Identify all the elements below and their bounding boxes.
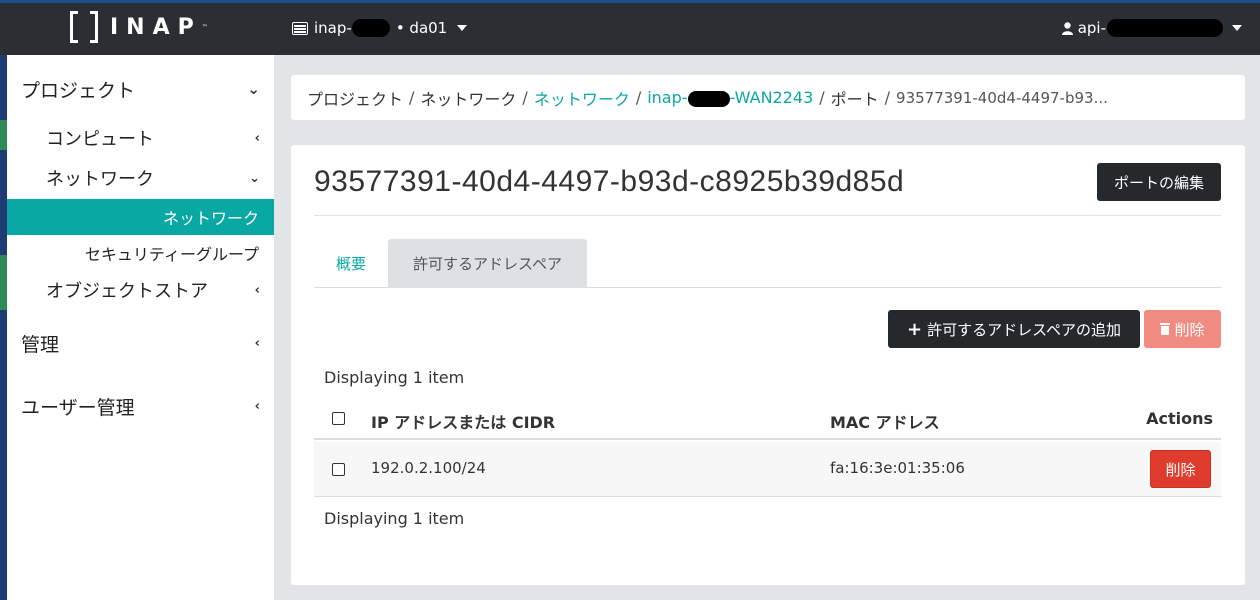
project-name-prefix: inap- xyxy=(314,19,352,37)
breadcrumb-network-prefix: inap- xyxy=(647,88,688,107)
server-icon xyxy=(292,21,308,35)
table-header: IP アドレスまたは CIDR MAC アドレス Actions xyxy=(314,398,1221,440)
breadcrumb-separator: / xyxy=(522,88,528,107)
sidebar-item-label: ネットワーク xyxy=(46,169,154,190)
add-address-pair-button[interactable]: + 許可するアドレスペアの追加 xyxy=(888,310,1140,348)
row-checkbox[interactable] xyxy=(332,463,345,476)
main-content: プロジェクト / ネットワーク / ネットワーク / inap- -WAN2243… xyxy=(274,55,1260,600)
redacted-text xyxy=(1107,19,1223,37)
column-header-ip[interactable]: IP アドレスまたは CIDR xyxy=(371,409,555,433)
breadcrumb-separator: / xyxy=(409,88,415,107)
logo-text: INAP xyxy=(110,14,202,40)
chevron-left-icon: ‹ xyxy=(254,398,260,414)
tab-overview[interactable]: 概要 xyxy=(314,239,388,288)
table-row: 192.0.2.100/24 fa:16:3e:01:35:06 削除 xyxy=(314,442,1221,497)
column-header-actions: Actions xyxy=(1146,409,1213,428)
delete-selected-button[interactable]: 削除 xyxy=(1144,310,1221,348)
breadcrumb-separator: / xyxy=(884,88,891,107)
breadcrumb-link-networks[interactable]: ネットワーク xyxy=(534,86,630,110)
item-count-bottom: Displaying 1 item xyxy=(324,509,465,528)
sidebar-item-label: コンピュート xyxy=(46,129,154,150)
sidebar-item-project[interactable]: プロジェクト ⌄ xyxy=(7,73,274,105)
page-title: 93577391-40d4-4497-b93d-c8925b39d85d xyxy=(314,165,905,198)
chevron-down-icon: ⌄ xyxy=(249,170,260,186)
sidebar-item-object-store[interactable]: オブジェクトストア ‹ xyxy=(7,275,274,305)
sidebar-item-network-group[interactable]: ネットワーク ⌄ xyxy=(7,163,274,193)
column-header-mac[interactable]: MAC アドレス xyxy=(830,409,940,433)
sidebar-item-label: ユーザー管理 xyxy=(21,396,135,419)
sidebar-item-label: オブジェクトストア xyxy=(46,281,208,302)
sidebar-item-label: 管理 xyxy=(21,333,60,356)
edit-port-button[interactable]: ポートの編集 xyxy=(1097,163,1221,201)
chevron-left-icon: ‹ xyxy=(254,282,260,298)
project-region: • da01 xyxy=(395,19,448,37)
chevron-left-icon: ‹ xyxy=(254,130,260,146)
divider xyxy=(314,215,1221,216)
inap-logo-mark-icon xyxy=(70,11,98,43)
delete-selected-label: 削除 xyxy=(1174,320,1205,339)
breadcrumb-item: プロジェクト xyxy=(307,89,404,109)
sidebar-item-compute[interactable]: コンピュート ‹ xyxy=(7,123,274,153)
user-icon xyxy=(1061,21,1073,35)
breadcrumb-separator: / xyxy=(635,88,642,107)
sidebar: プロジェクト ⌄ コンピュート ‹ ネットワーク ⌄ ネットワーク セキュリティ… xyxy=(7,55,274,600)
sidebar-item-security-groups[interactable]: セキュリティーグループ xyxy=(7,238,274,268)
desktop-edge-strip xyxy=(0,0,7,600)
cell-mac: fa:16:3e:01:35:06 xyxy=(830,459,965,477)
inap-logo[interactable]: INAP ™ xyxy=(70,11,208,43)
sidebar-item-label: プロジェクト xyxy=(21,79,136,102)
chevron-down-icon xyxy=(1232,25,1242,31)
project-switcher[interactable]: inap- • da01 xyxy=(292,19,468,37)
breadcrumb: プロジェクト / ネットワーク / ネットワーク / inap- -WAN2243… xyxy=(291,75,1245,120)
redacted-text xyxy=(687,90,730,107)
breadcrumb-separator: / xyxy=(819,88,825,107)
breadcrumb-item: ポート xyxy=(830,89,879,109)
item-count-top: Displaying 1 item xyxy=(324,368,465,387)
tab-bar: 概要 許可するアドレスペア xyxy=(314,239,1221,288)
sidebar-item-admin[interactable]: 管理 ‹ xyxy=(7,327,274,359)
breadcrumb-current: 93577391-40d4-4497-b93... xyxy=(896,88,1108,107)
breadcrumb-link-network[interactable]: inap- -WAN2243 xyxy=(647,88,813,107)
select-all-checkbox[interactable] xyxy=(332,412,345,425)
trash-icon xyxy=(1160,323,1171,335)
tab-allowed-address-pairs[interactable]: 許可するアドレスペア xyxy=(388,239,587,288)
desktop-edge-marker xyxy=(0,255,7,310)
detail-panel: 93577391-40d4-4497-b93d-c8925b39d85d ポート… xyxy=(291,145,1245,585)
sidebar-item-label: ネットワーク xyxy=(162,209,259,228)
user-menu[interactable]: api- xyxy=(1061,19,1242,37)
sidebar-item-identity[interactable]: ユーザー管理 ‹ xyxy=(7,390,274,422)
plus-icon: + xyxy=(906,318,923,340)
breadcrumb-network-suffix: -WAN2243 xyxy=(729,88,814,107)
chevron-left-icon: ‹ xyxy=(254,335,260,351)
sidebar-item-networks[interactable]: ネットワーク xyxy=(7,199,274,235)
row-delete-button[interactable]: 削除 xyxy=(1150,450,1211,488)
chevron-down-icon: ⌄ xyxy=(247,80,260,98)
add-address-pair-label: 許可するアドレスペアの追加 xyxy=(927,320,1122,339)
chevron-down-icon xyxy=(457,25,468,31)
sidebar-item-label: セキュリティーグループ xyxy=(84,245,259,264)
cell-ip: 192.0.2.100/24 xyxy=(371,459,486,477)
top-navbar: INAP ™ inap- • da01 api- xyxy=(0,0,1260,55)
user-name-prefix: api- xyxy=(1077,19,1106,37)
desktop-edge-marker xyxy=(0,120,7,150)
logo-trademark: ™ xyxy=(201,23,208,31)
redacted-text xyxy=(351,19,390,37)
breadcrumb-item: ネットワーク xyxy=(420,89,517,109)
